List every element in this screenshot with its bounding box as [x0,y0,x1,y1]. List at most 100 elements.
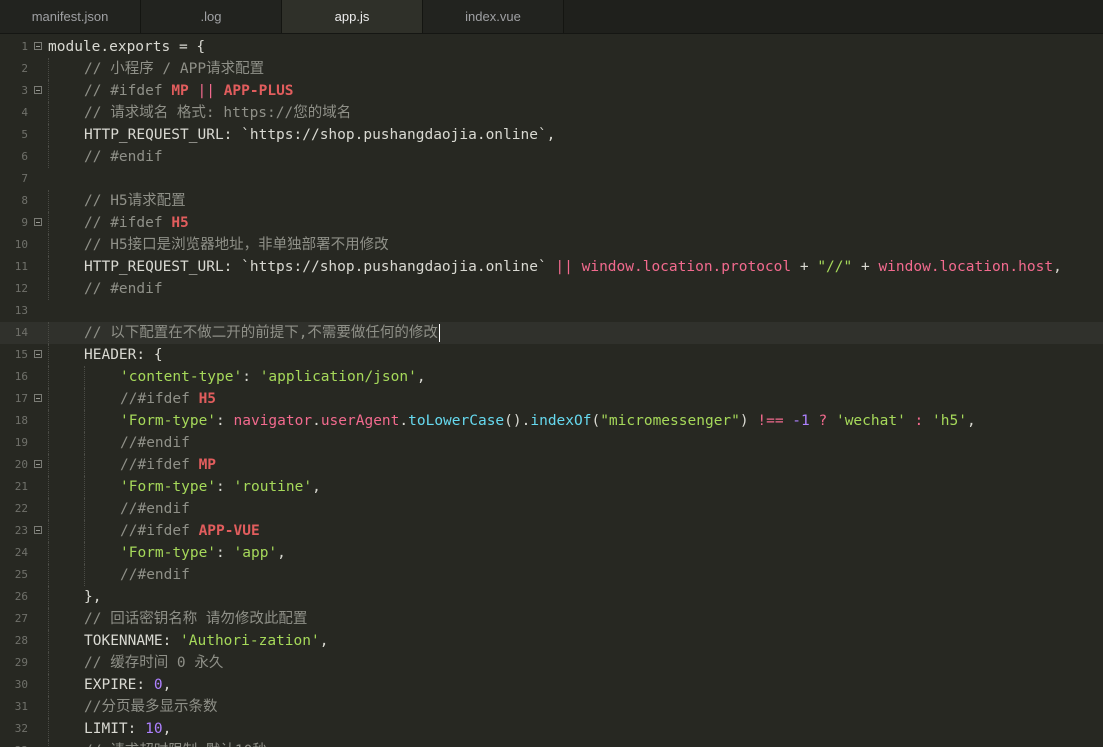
indent-guide [48,322,49,344]
code-line[interactable]: 12 // #endif [0,278,1103,300]
code-text: // 小程序 / APP请求配置 [84,58,264,80]
code-line[interactable]: 22 //#endif [0,498,1103,520]
code-line[interactable]: 9 // #ifdef H5 [0,212,1103,234]
tab-log[interactable]: .log [141,0,282,33]
line-number: 3 [21,84,28,97]
code-token: // 回话密钥名称 请勿修改此配置 [84,611,308,627]
code-token: : [914,413,924,429]
fold-toggle-icon[interactable] [34,86,42,94]
code-line[interactable]: 18 'Form-type': navigator.userAgent.toLow… [0,410,1103,432]
code-line[interactable]: 32 LIMIT: 10, [0,718,1103,740]
indent-guide [48,454,49,476]
fold-toggle-icon[interactable] [34,460,42,468]
code-editor[interactable]: 1 module.exports = {2 // 小程序 / APP请求配置 3 // … [0,36,1103,747]
code-text: HTTP_REQUEST_URL: `https://shop.pushangd… [84,256,1062,278]
code-text: // 以下配置在不做二开的前提下,不需要做任何的修改 [84,322,440,344]
code-token: window.location.host [878,259,1054,275]
code-token: : [216,413,234,429]
code-token: // 缓存时间 0 永久 [84,655,224,671]
code-line[interactable]: 21 'Form-type': 'routine', [0,476,1103,498]
code-line[interactable]: 6 // #endif [0,146,1103,168]
code-token: window.location.protocol [581,259,792,275]
code-token: TOKENNAME: [84,633,181,649]
code-line[interactable]: 28 TOKENNAME: 'Authori-zation', [0,630,1103,652]
code-token: 'Form-type' [120,413,217,429]
indent-guide [48,718,49,740]
code-line[interactable]: 7 [0,168,1103,190]
indent-guide [84,520,85,542]
code-token: userAgent [320,413,400,429]
code-line[interactable]: 5 HTTP_REQUEST_URL: `https://shop.pushang… [0,124,1103,146]
code-line[interactable]: 24 'Form-type': 'app', [0,542,1103,564]
fold-toggle-icon[interactable] [34,394,42,402]
code-token: || [188,83,224,99]
code-token: -1 [792,413,810,429]
code-line[interactable]: 23 //#ifdef APP-VUE [0,520,1103,542]
code-line[interactable]: 20 //#ifdef MP [0,454,1103,476]
code-token: . [399,413,409,429]
code-line[interactable]: 29 // 缓存时间 0 永久 [0,652,1103,674]
code-token: . [312,413,321,429]
line-number: 27 [14,612,28,625]
line-number: 14 [14,326,28,339]
code-token: 'content-type' [120,369,243,385]
code-line[interactable]: 26}, [0,586,1103,608]
code-line[interactable]: 1 module.exports = { [0,36,1103,58]
indent-guide [48,146,49,168]
indent-guide [48,630,49,652]
tab-index-vue[interactable]: index.vue [423,0,564,33]
code-line[interactable]: 31 //分页最多显示条数 [0,696,1103,718]
code-line[interactable]: 13 [0,300,1103,322]
code-line[interactable]: 4 // 请求域名 格式: https://您的域名 [0,102,1103,124]
indent-guide [48,586,49,608]
code-text: // 请求超时限制 默认10秒 [84,740,267,747]
code-line[interactable]: 10 // H5接口是浏览器地址，非单独部署不用修改 [0,234,1103,256]
code-token: ? [818,413,828,429]
code-token: 'Form-type' [120,545,217,561]
code-line[interactable]: 8 // H5请求配置 [0,190,1103,212]
indent-guide [48,652,49,674]
code-line[interactable]: 33 // 请求超时限制 默认10秒 [0,740,1103,747]
code-token: || [555,259,573,275]
code-token: HEADER: { [84,347,163,363]
fold-toggle-icon[interactable] [34,350,42,358]
code-line[interactable]: 17 //#ifdef H5 [0,388,1103,410]
code-token: , [277,545,286,561]
line-number: 19 [14,436,28,449]
fold-toggle-icon[interactable] [34,42,42,50]
code-line[interactable]: 14 // 以下配置在不做二开的前提下,不需要做任何的修改 [0,322,1103,344]
code-token: module.exports = { [48,39,206,55]
code-text: 'Form-type': 'app', [120,542,286,564]
code-token: + [791,259,818,275]
code-token: H5 [198,391,217,407]
code-line[interactable]: 30 EXPIRE: 0, [0,674,1103,696]
code-text: // 回话密钥名称 请勿修改此配置 [84,608,307,630]
code-token: (). [504,413,531,429]
code-line[interactable]: 15 HEADER: { [0,344,1103,366]
indent-guide [48,344,49,366]
code-line[interactable]: 19 //#endif [0,432,1103,454]
code-text: //#ifdef MP [120,454,216,476]
fold-toggle-icon[interactable] [34,526,42,534]
code-text: //#ifdef APP-VUE [120,520,260,542]
indent-guide [48,674,49,696]
code-token: //#endif [120,435,190,451]
code-line[interactable]: 3 // #ifdef MP || APP-PLUS [0,80,1103,102]
tab-app-js[interactable]: app.js [282,0,423,33]
code-line[interactable]: 16 'content-type': 'application/json', [0,366,1103,388]
code-token: "//" [817,259,853,275]
code-line[interactable]: 2 // 小程序 / APP请求配置 [0,58,1103,80]
code-token: HTTP_REQUEST_URL: `https://shop.pushangd… [84,259,556,275]
tab-bar-empty-space [564,0,1103,33]
code-token: 'Form-type' [120,479,217,495]
tab-manifest-json[interactable]: manifest.json [0,0,141,33]
code-line[interactable]: 25 //#endif [0,564,1103,586]
code-line[interactable]: 11 HTTP_REQUEST_URL: `https://shop.pushan… [0,256,1103,278]
code-token: : [216,545,234,561]
line-number: 18 [14,414,28,427]
code-line[interactable]: 27 // 回话密钥名称 请勿修改此配置 [0,608,1103,630]
code-text: // #endif [84,278,163,300]
fold-toggle-icon[interactable] [34,218,42,226]
